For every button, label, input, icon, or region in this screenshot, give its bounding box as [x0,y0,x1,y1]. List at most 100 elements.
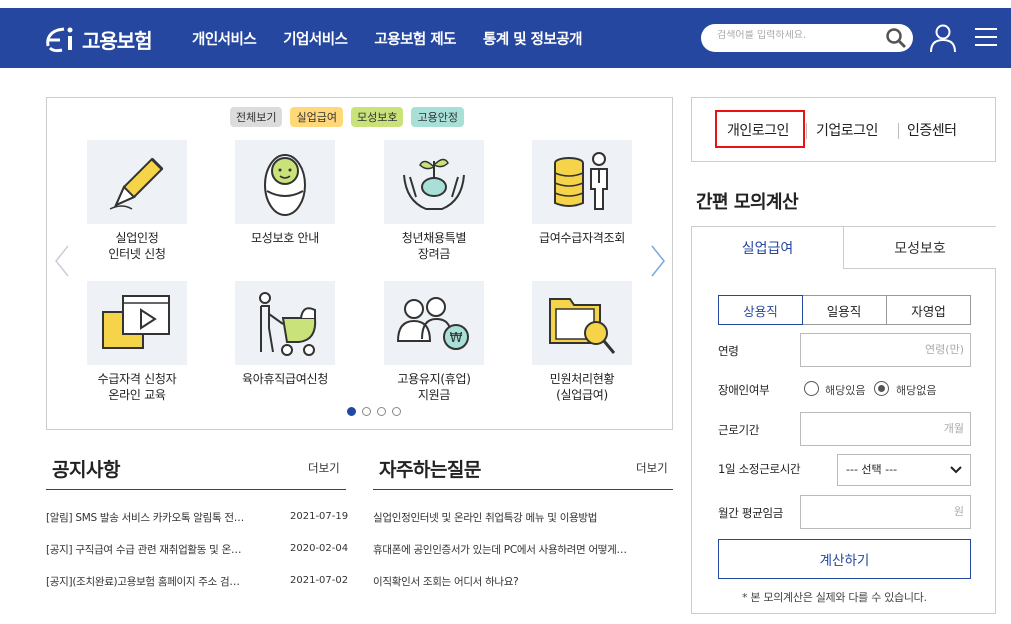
login-box: 개인로그인 기업로그인 인증센터 [691,97,996,162]
subtab-self-employed[interactable]: 자영업 [886,295,971,325]
wage-input[interactable]: 원 [800,495,971,529]
personal-login-link[interactable]: 개인로그인 [727,120,789,140]
notice-divider [46,489,346,490]
svg-text:₩: ₩ [450,331,463,346]
disability-label: 장애인여부 [718,383,770,397]
service-maternity-guide[interactable]: 모성보호 안내 [235,140,335,246]
faq-row[interactable]: 실업인정인터넷 및 온라인 취업특강 메뉴 및 이용방법 [373,510,671,525]
disability-yes-label: 해당있음 [825,384,866,397]
faq-more-link[interactable]: 더보기 [636,460,668,476]
service-youth-hiring-subsidy[interactable]: 청년채용특별장려금 [384,140,484,262]
user-icon[interactable] [929,23,957,53]
calculator-panel: 실업급여 모성보호 상용직 일용직 자영업 연령 연령(만) 장애인여부 해당있… [691,226,996,614]
notice-row[interactable]: [공지](조치완료)고용보험 홈페이지 주소 검… [46,574,278,589]
faq-divider [373,489,673,490]
service-label: 인터넷 신청 [108,247,166,261]
stroller-icon [259,292,317,356]
baby-icon [264,154,306,216]
service-label: 장려금 [417,247,451,261]
service-label: 청년채용특별 [401,231,467,245]
category-unemployment[interactable]: 실업급여 [290,107,343,127]
hours-select-value: --- 선택 --- [846,463,898,476]
period-input[interactable]: 개월 [800,412,971,446]
nav-personal-services[interactable]: 개인서비스 [192,28,257,49]
nav-statistics[interactable]: 통계 및 정보공개 [483,28,582,49]
category-employment-stability[interactable]: 고용안정 [411,107,464,127]
service-online-education[interactable]: 수급자격 신청자온라인 교육 [87,281,187,403]
slider-next-arrow-icon[interactable] [649,244,667,278]
notice-date: 2021-07-02 [290,575,349,586]
calc-disclaimer: * 본 모의계산은 실제와 다를 수 있습니다. [742,591,927,604]
folder-search-icon [549,298,616,354]
notice-date: 2021-07-19 [290,511,349,522]
service-label: 육아휴직급여신청 [242,372,328,386]
service-label: 모성보호 안내 [251,231,319,245]
hamburger-menu-icon[interactable] [974,26,998,48]
slider-prev-arrow-icon[interactable] [53,244,71,278]
hours-label: 1일 소정근로시간 [718,462,801,476]
tab-maternity-protection[interactable]: 모성보호 [844,227,996,269]
pagination-dot[interactable] [362,407,371,416]
nav-insurance-system[interactable]: 고용보험 제도 [374,28,456,49]
service-civil-complaint-status[interactable]: 민원처리현황 (실업급여) [532,281,632,403]
logo-icon [46,27,73,53]
age-input[interactable]: 연령(만) [800,333,971,367]
chevron-down-icon [950,466,962,474]
notice-row[interactable]: [알림] SMS 발송 서비스 카카오톡 알림톡 전… [46,510,278,525]
service-label: (실업급여) [556,388,608,402]
divider [898,123,899,139]
sprout-hands-icon [403,158,465,210]
service-parental-leave[interactable]: 육아휴직급여신청 [235,281,335,387]
category-filter: 전체보기 실업급여 모성보호 고용안정 [230,107,464,127]
pencil-icon [109,157,164,210]
category-maternity[interactable]: 모성보호 [350,107,404,127]
disability-no-radio[interactable] [874,381,889,396]
calculate-button[interactable]: 계산하기 [718,539,971,579]
business-login-link[interactable]: 기업로그인 [816,120,878,140]
service-label: 수급자격 신청자 [97,372,177,386]
category-all[interactable]: 전체보기 [230,107,283,127]
period-label: 근로기간 [718,423,760,437]
calc-title: 간편 모의계산 [696,192,799,213]
search-box [701,24,913,52]
service-employment-retention[interactable]: ₩ 고용유지(휴업) 지원금 [384,281,484,403]
subtab-regular[interactable]: 상용직 [718,295,803,325]
disability-yes-radio[interactable] [804,381,819,396]
logo-text: 고용보험 [82,28,153,53]
nav-business-services[interactable]: 기업서비스 [283,28,348,49]
service-label: 온라인 교육 [108,388,166,402]
slider-pagination [347,407,401,416]
notice-title: 공지사항 [52,459,120,481]
notice-row[interactable]: [공지] 구직급여 수급 관련 재취업활동 및 온… [46,542,278,557]
notice-more-link[interactable]: 더보기 [308,460,340,476]
search-icon[interactable] [885,27,907,49]
cert-center-link[interactable]: 인증센터 [907,120,957,140]
hours-select[interactable]: --- 선택 --- [837,454,971,486]
faq-row[interactable]: 이직확인서 조회는 어디서 하나요? [373,574,671,589]
coins-person-icon [554,152,608,210]
disability-no-label: 해당없음 [896,384,937,397]
top-navigation-bar: 고용보험 개인서비스 기업서비스 고용보험 제도 통계 및 정보공개 [0,8,1011,68]
service-unemployment-online[interactable]: 실업인정인터넷 신청 [87,140,187,262]
service-label: 지원금 [417,388,451,402]
service-label: 실업인정 [115,231,159,245]
service-label: 민원처리현황 [549,372,615,386]
divider [806,123,807,139]
quick-service-slider: 전체보기 실업급여 모성보호 고용안정 실업인정 인터넷 신청 모성보호 안내 … [46,97,673,430]
wage-label: 월간 평균임금 [718,506,784,520]
faq-row[interactable]: 휴대폰에 공인인증서가 있는데 PC에서 사용하려면 어떻게… [373,542,671,557]
pagination-dot[interactable] [347,407,356,416]
notice-date: 2020-02-04 [290,543,349,554]
subtab-daily[interactable]: 일용직 [802,295,887,325]
service-label: 급여수급자격조회 [539,231,625,245]
service-benefit-eligibility[interactable]: 급여수급자격조회 [532,140,632,246]
service-label: 고용유지(휴업) [397,372,471,386]
pagination-dot[interactable] [392,407,401,416]
age-label: 연령 [718,344,739,358]
pagination-dot[interactable] [377,407,386,416]
search-input[interactable] [717,30,877,41]
faq-title: 자주하는질문 [379,459,481,481]
main-nav: 개인서비스 기업서비스 고용보험 제도 통계 및 정보공개 [192,28,609,49]
tab-unemployment-benefit[interactable]: 실업급여 [692,227,844,269]
site-logo[interactable]: 고용보험 [44,24,153,54]
